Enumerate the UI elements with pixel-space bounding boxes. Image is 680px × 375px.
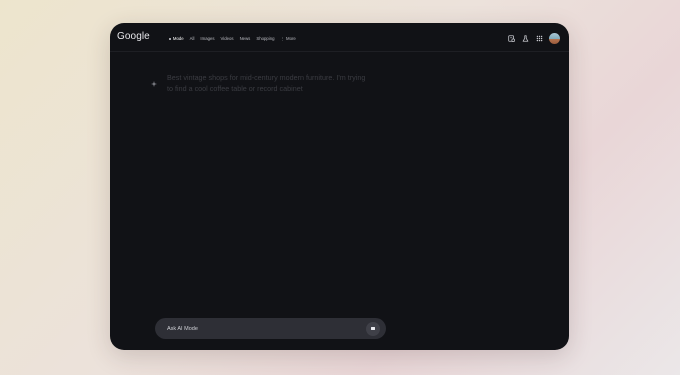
stop-icon	[371, 326, 375, 331]
sparkle-icon	[151, 74, 159, 94]
tab-label: Mode	[172, 36, 184, 42]
tab-all[interactable]: All	[190, 36, 195, 41]
tab-shopping[interactable]: Shopping	[256, 36, 274, 41]
stop-button[interactable]	[366, 321, 380, 336]
browser-window: Google Mode All Images Videos News Shopp…	[110, 23, 569, 350]
top-bar: Google Mode All Images Videos News Shopp…	[110, 23, 569, 52]
tab-label: More	[286, 36, 296, 41]
query-text: Best vintage shops for mid-century moder…	[167, 73, 366, 93]
tab-ai-mode[interactable]: Mode	[169, 36, 184, 41]
history-icon[interactable]	[507, 35, 515, 43]
apps-grid-icon[interactable]	[535, 35, 543, 43]
ai-mode-dot-icon	[169, 37, 172, 41]
search-tabs: Mode All Images Videos News Shopping ⋮ Mo…	[169, 36, 296, 41]
more-vertical-icon: ⋮	[280, 36, 285, 42]
avatar[interactable]	[549, 33, 560, 44]
tab-more[interactable]: ⋮ More	[281, 36, 296, 41]
ask-input[interactable]	[167, 318, 347, 339]
tab-images[interactable]: Images	[200, 36, 214, 41]
ask-bar	[155, 318, 386, 339]
user-query: Best vintage shops for mid-century moder…	[151, 73, 367, 94]
header-actions	[507, 33, 560, 44]
tab-videos[interactable]: Videos	[221, 36, 234, 41]
labs-flask-icon[interactable]	[521, 35, 529, 43]
tab-news[interactable]: News	[240, 36, 251, 41]
google-logo[interactable]: Google	[117, 31, 150, 42]
